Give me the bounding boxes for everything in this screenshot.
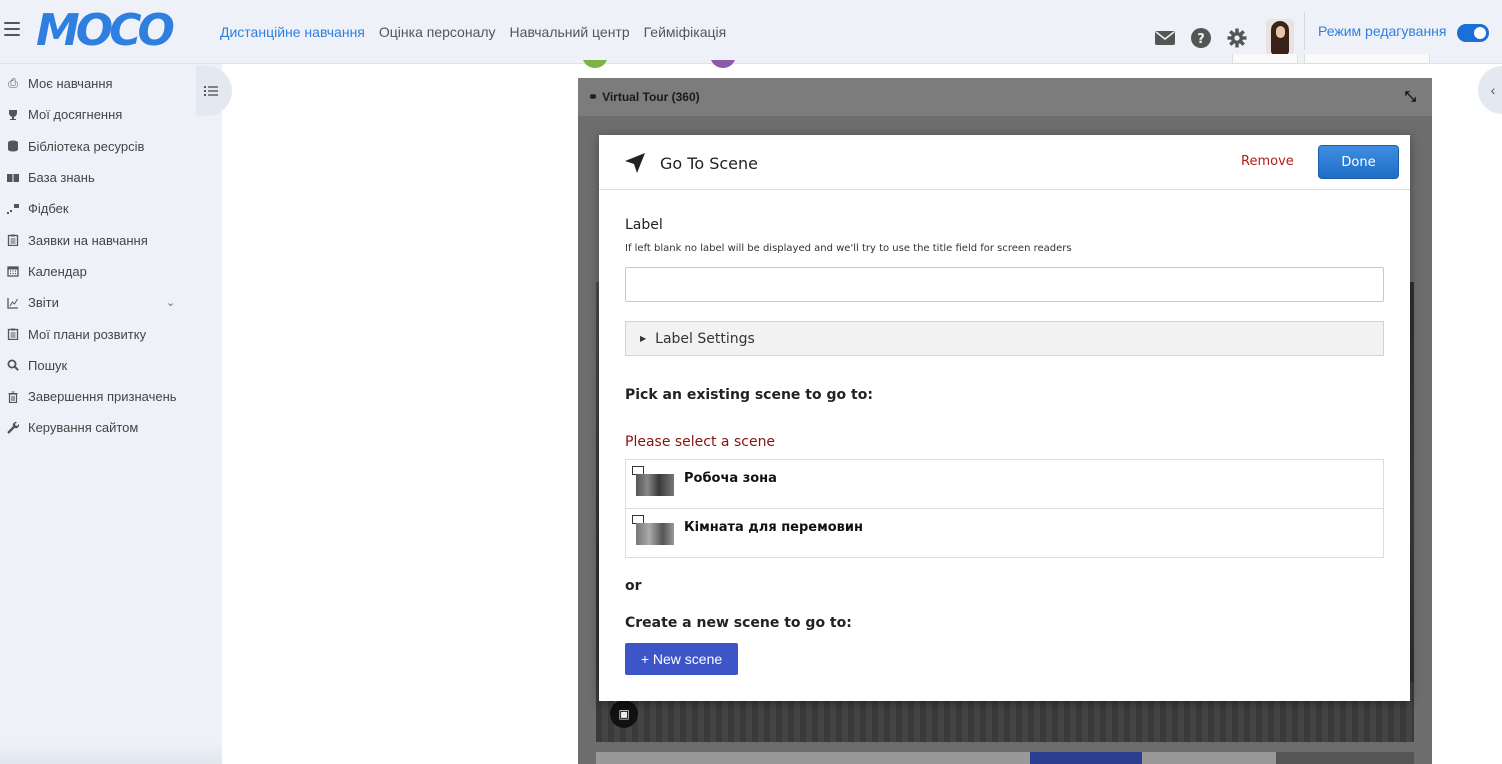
clipboard-icon xyxy=(6,327,20,341)
sidebar-item-calendar[interactable]: Календар xyxy=(0,256,222,287)
or-separator: or xyxy=(625,578,642,594)
remove-button[interactable]: Remove xyxy=(1241,154,1294,169)
trash-icon xyxy=(6,390,20,404)
sidebar: ⎙ Моє навчання Мої досягнення Бібліотека … xyxy=(0,64,222,764)
search-icon xyxy=(6,358,20,372)
clipboard-icon xyxy=(6,233,20,247)
nav-distance-learning[interactable]: Дистанційне навчання xyxy=(220,24,365,40)
logo[interactable]: MOCO xyxy=(36,5,175,56)
edit-mode-toggle[interactable] xyxy=(1457,24,1489,42)
sidebar-item-site-management[interactable]: Керування сайтом xyxy=(0,412,222,443)
globe-icon: ⚭ xyxy=(588,90,599,104)
editor-header: ⚭ Virtual Tour (360) ⤡ xyxy=(578,78,1432,116)
user-avatar[interactable] xyxy=(1266,19,1294,57)
chart-icon xyxy=(6,296,20,310)
dialog-title: Go To Scene xyxy=(660,154,758,173)
sidebar-item-achievements[interactable]: Мої досягнення xyxy=(0,99,222,130)
svg-text:?: ? xyxy=(1197,32,1205,47)
editor-bottom-bar xyxy=(596,752,1414,764)
done-button[interactable]: Done xyxy=(1318,145,1399,179)
learning-icon: ⎙ xyxy=(8,76,18,91)
gear-icon[interactable] xyxy=(1226,27,1248,49)
wrench-icon xyxy=(6,421,20,435)
pick-scene-heading: Pick an existing scene to go to: xyxy=(625,387,873,403)
scene-list: Робоча зона Кімната для перемовин xyxy=(625,459,1384,558)
go-to-scene-dialog: Go To Scene Remove Done Label If left bl… xyxy=(599,135,1410,701)
label-hint: If left blank no label will be displayed… xyxy=(625,243,1072,254)
scene-name: Робоча зона xyxy=(684,471,777,486)
scene-thumbnail xyxy=(636,474,674,496)
chevron-left-icon[interactable]: ‹ xyxy=(1478,66,1502,114)
sidebar-item-reports[interactable]: Звіти ⌄ xyxy=(0,287,222,318)
navigation-arrow-icon xyxy=(625,153,645,173)
scene-thumbnail xyxy=(636,523,674,545)
dialog-header: Go To Scene Remove Done xyxy=(599,135,1410,190)
focus-icon[interactable]: ▣ xyxy=(610,700,638,728)
help-icon[interactable]: ? xyxy=(1190,27,1212,49)
error-message: Please select a scene xyxy=(625,434,776,450)
calendar-icon xyxy=(6,264,20,278)
chevron-down-icon[interactable]: ⌄ xyxy=(166,296,175,309)
nav-gamification[interactable]: Гейміфікація xyxy=(644,24,727,40)
sidebar-item-training-requests[interactable]: Заявки на навчання xyxy=(0,224,222,255)
nav-training-center[interactable]: Навчальний центр xyxy=(510,24,630,40)
label-settings-toggle[interactable]: ▶ Label Settings xyxy=(625,321,1384,356)
hamburger-menu-icon[interactable] xyxy=(4,22,20,36)
expand-icon[interactable]: ⤡ xyxy=(1405,88,1416,105)
label-input[interactable] xyxy=(625,267,1384,302)
label-heading: Label xyxy=(625,217,663,233)
sidebar-item-knowledge-base[interactable]: База знань xyxy=(0,162,222,193)
editor-title: Virtual Tour (360) xyxy=(602,90,700,104)
sidebar-item-resource-library[interactable]: Бібліотека ресурсів xyxy=(0,131,222,162)
create-scene-heading: Create a new scene to go to: xyxy=(625,615,852,631)
sidebar-item-development-plans[interactable]: Мої плани розвитку xyxy=(0,318,222,349)
database-icon xyxy=(6,139,20,153)
nav-personnel-assessment[interactable]: Оцінка персоналу xyxy=(379,24,496,40)
divider xyxy=(1304,12,1305,50)
scene-option[interactable]: Робоча зона xyxy=(626,460,1383,509)
top-icons: ? xyxy=(1154,19,1294,57)
top-navigation: Дистанційне навчання Оцінка персоналу На… xyxy=(220,24,726,40)
sidebar-item-my-learning[interactable]: ⎙ Моє навчання xyxy=(0,68,222,99)
scene-option[interactable]: Кімната для перемовин xyxy=(626,509,1383,558)
sidebar-toggle-list-icon[interactable] xyxy=(196,66,232,116)
sidebar-item-feedback[interactable]: Фідбек xyxy=(0,193,222,224)
mail-icon[interactable] xyxy=(1154,27,1176,49)
sidebar-item-complete-assignments[interactable]: Завершення призначень xyxy=(0,381,222,412)
sidebar-item-search[interactable]: Пошук xyxy=(0,350,222,381)
editor-tabs xyxy=(1232,54,1430,64)
book-icon xyxy=(6,171,20,185)
trophy-icon xyxy=(6,108,20,122)
new-scene-button[interactable]: + New scene xyxy=(625,643,738,675)
scene-name: Кімната для перемовин xyxy=(684,520,863,535)
edit-mode-label: Режим редагування xyxy=(1318,23,1447,39)
caret-right-icon: ▶ xyxy=(640,334,647,343)
feedback-icon xyxy=(6,202,20,216)
sidebar-footer xyxy=(0,740,222,764)
